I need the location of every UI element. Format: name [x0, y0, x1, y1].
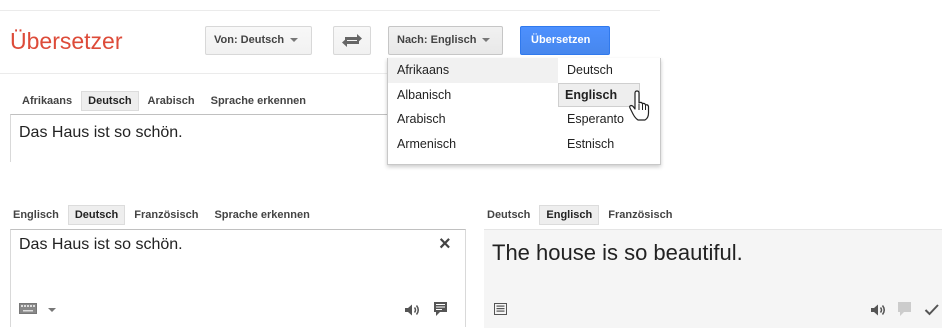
checkmark-icon[interactable]: [924, 303, 940, 316]
swap-languages-button[interactable]: [333, 26, 371, 55]
tab-sprache-erkennen[interactable]: Sprache erkennen: [207, 205, 316, 225]
to-language-label: Nach: Englisch: [397, 34, 477, 46]
translate-button[interactable]: Übersetzen: [520, 26, 610, 55]
tab-deutsch[interactable]: Deutsch: [67, 205, 126, 225]
swap-icon: [342, 34, 362, 47]
chevron-down-icon[interactable]: [48, 308, 56, 312]
tab-deutsch[interactable]: Deutsch: [81, 91, 139, 111]
dropdown-item-afrikaans[interactable]: Afrikaans: [388, 58, 558, 83]
clear-button[interactable]: ×: [439, 233, 451, 256]
feedback-icon[interactable]: [433, 301, 449, 317]
tab-target-franzoesisch[interactable]: Französisch: [601, 205, 679, 225]
dropdown-item-armenisch[interactable]: Armenisch: [388, 132, 558, 157]
top-source-language-tabs: Afrikaans Deutsch Arabisch Sprache erkennen: [15, 91, 315, 111]
to-language-button[interactable]: Nach: Englisch: [388, 26, 503, 55]
tab-franzoesisch[interactable]: Französisch: [127, 205, 205, 225]
bottom-source-language-tabs: Englisch Deutsch Französisch Sprache erkenn…: [10, 205, 319, 225]
speaker-icon[interactable]: [870, 303, 888, 317]
from-language-label: Von: Deutsch: [214, 34, 285, 46]
top-divider: [0, 10, 660, 11]
feedback-icon[interactable]: [897, 301, 913, 317]
hand-cursor-icon: [629, 90, 650, 121]
target-language-tabs: Deutsch Englisch Französisch: [484, 205, 681, 225]
bottom-source-text: Das Haus ist so schön.: [19, 236, 183, 253]
dropdown-item-albanisch[interactable]: Albanisch: [388, 83, 558, 108]
tab-englisch[interactable]: Englisch: [10, 205, 66, 225]
speaker-icon[interactable]: [404, 303, 422, 317]
app-title: Übersetzer: [10, 28, 123, 54]
top-header-divider: [0, 73, 387, 74]
dropdown-item-deutsch[interactable]: Deutsch: [558, 58, 660, 83]
tab-sprache-erkennen[interactable]: Sprache erkennen: [204, 91, 313, 111]
tab-arabisch[interactable]: Arabisch: [141, 91, 202, 111]
tab-target-englisch[interactable]: Englisch: [539, 205, 600, 225]
tab-target-deutsch[interactable]: Deutsch: [484, 205, 537, 225]
top-source-text: Das Haus ist so schön.: [19, 124, 183, 141]
chevron-down-icon: [290, 38, 299, 43]
chevron-down-icon: [482, 38, 491, 43]
language-dropdown: Afrikaans Albanisch Arabisch Armenisch D…: [387, 58, 661, 165]
dropdown-item-estnisch[interactable]: Estnisch: [558, 132, 660, 157]
from-language-button[interactable]: Von: Deutsch: [205, 26, 312, 55]
dropdown-item-arabisch[interactable]: Arabisch: [388, 107, 558, 132]
keyboard-icon[interactable]: [19, 303, 39, 315]
list-icon[interactable]: [494, 303, 508, 316]
tab-afrikaans[interactable]: Afrikaans: [15, 91, 79, 111]
translation-text: The house is so beautiful.: [492, 240, 743, 265]
